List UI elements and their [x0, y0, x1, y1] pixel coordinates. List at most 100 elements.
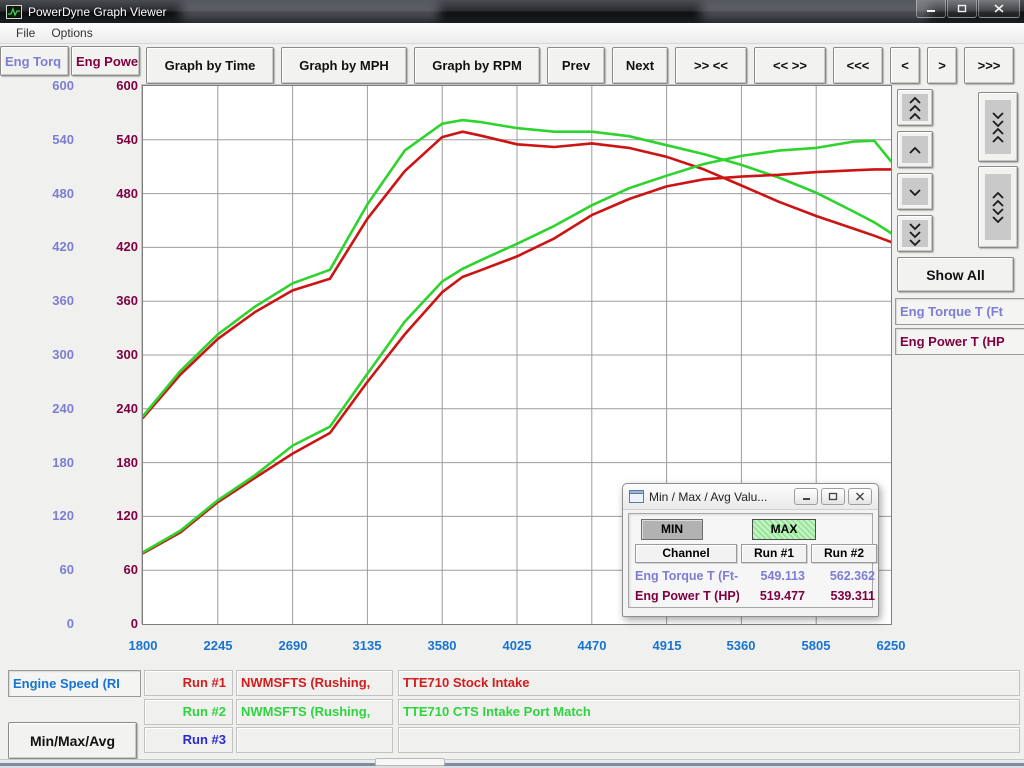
chevron-up-up-down-down-icon	[985, 174, 1011, 240]
taskbar-edge	[0, 763, 1024, 766]
power-tick-420: 420	[68, 238, 138, 256]
rpm-tick-4025: 4025	[485, 638, 549, 654]
panel-channel-label-power[interactable]: Eng Power T (HP	[895, 328, 1024, 355]
minmax-channel-name: Eng Power T (HP)	[635, 589, 739, 603]
chevron-glyphs	[906, 187, 924, 197]
rpm-tick-5805: 5805	[784, 638, 848, 654]
minmax-window-title: Min / Max / Avg Valu...	[649, 490, 791, 504]
nav-button-[interactable]: >> <<	[675, 47, 747, 84]
chevron-glyphs	[906, 95, 924, 121]
title-bar[interactable]: PowerDyne Graph Viewer	[0, 0, 1024, 23]
chevron-up-icon	[902, 136, 928, 163]
torque-tick-300: 300	[4, 346, 74, 364]
run-name-2[interactable]: NWMSFTS (Rushing,	[236, 699, 393, 725]
channel-button-group: Eng TorqEng Powe	[0, 46, 140, 76]
power-tick-360: 360	[68, 292, 138, 310]
chevron-triple-up-icon	[902, 94, 928, 121]
torque-tick-120: 120	[4, 507, 74, 525]
nav-button-[interactable]: <<<	[833, 47, 883, 84]
power-tick-540: 540	[68, 131, 138, 149]
chevron-triple-down-icon	[902, 220, 928, 247]
minmax-avg-window[interactable]: Min / Max / Avg Valu... MIN MAX ChannelR…	[622, 483, 879, 617]
window-title: PowerDyne Graph Viewer	[28, 5, 167, 19]
nav-button-[interactable]: >>>	[964, 47, 1014, 84]
run-label-3[interactable]: Run #3	[144, 727, 233, 753]
torque-tick-60: 60	[4, 561, 74, 579]
rpm-tick-4470: 4470	[560, 638, 624, 654]
minmax-table-header: ChannelRun #1Run #2	[635, 544, 866, 563]
close-icon[interactable]	[848, 488, 872, 505]
rpm-tick-6250: 6250	[859, 638, 923, 654]
minimize-icon[interactable]	[794, 488, 818, 505]
chevron-glyphs	[906, 221, 924, 247]
torque-tick-420: 420	[4, 238, 74, 256]
toolbar-button-group: Graph by TimeGraph by MPHGraph by RPMPre…	[146, 47, 1014, 84]
chevron-glyphs	[906, 145, 924, 155]
minmax-col-channel[interactable]: Channel	[635, 544, 737, 563]
taskbar-fragment	[375, 758, 445, 766]
menu-file[interactable]: File	[8, 24, 43, 42]
power-tick-180: 180	[68, 454, 138, 472]
minmax-col-run-1[interactable]: Run #1	[741, 544, 807, 563]
minmax-run2-value: 562.362	[813, 569, 879, 583]
show-all-button[interactable]: Show All	[897, 257, 1014, 292]
panel-channel-label-torque[interactable]: Eng Torque T (Ft	[895, 298, 1024, 325]
min-button[interactable]: MIN	[641, 519, 703, 540]
rpm-tick-2690: 2690	[261, 638, 325, 654]
run-desc-2[interactable]: TTE710 CTS Intake Port Match	[398, 699, 1020, 725]
x-channel-box[interactable]: Engine Speed (RI	[8, 670, 141, 697]
chevron-up-button[interactable]	[897, 131, 933, 168]
close-icon[interactable]	[978, 0, 1020, 18]
channel-button-torque[interactable]: Eng Torq	[0, 46, 69, 76]
chevron-up-up-down-down-button[interactable]	[978, 166, 1018, 248]
app-icon	[6, 5, 22, 19]
minimize-icon[interactable]	[916, 0, 946, 18]
chevron-down-icon	[902, 178, 928, 205]
rpm-tick-3135: 3135	[335, 638, 399, 654]
minmax-window-titlebar[interactable]: Min / Max / Avg Valu...	[623, 484, 878, 510]
chevron-glyphs	[989, 190, 1007, 224]
chevron-down-down-up-up-icon	[985, 100, 1011, 154]
menu-options[interactable]: Options	[43, 24, 100, 42]
power-tick-60: 60	[68, 561, 138, 579]
blurred-region	[700, 2, 930, 20]
run-name-1[interactable]: NWMSFTS (Rushing,	[236, 670, 393, 696]
run-desc-1[interactable]: TTE710 Stock Intake	[398, 670, 1020, 696]
app-window: PowerDyne Graph Viewer FileOptions Eng T…	[0, 0, 1024, 768]
nav-button-graph-by-mph[interactable]: Graph by MPH	[281, 47, 407, 84]
power-tick-600: 600	[68, 77, 138, 95]
run-desc-3[interactable]	[398, 727, 1020, 753]
rpm-tick-5360: 5360	[709, 638, 773, 654]
minmax-run1-value: 519.477	[743, 589, 809, 603]
nav-button-[interactable]: <	[890, 47, 920, 84]
run-label-2[interactable]: Run #2	[144, 699, 233, 725]
restore-icon[interactable]	[821, 488, 845, 505]
nav-button-graph-by-rpm[interactable]: Graph by RPM	[414, 47, 540, 84]
chevron-triple-down-button[interactable]	[897, 215, 933, 252]
nav-button-[interactable]: << >>	[754, 47, 826, 84]
minmax-col-run-2[interactable]: Run #2	[811, 544, 877, 563]
chevron-down-button[interactable]	[897, 173, 933, 210]
nav-button-next[interactable]: Next	[612, 47, 668, 84]
max-button[interactable]: MAX	[752, 519, 816, 540]
run-label-1[interactable]: Run #1	[144, 670, 233, 696]
form-window-icon	[629, 490, 644, 503]
nav-button-prev[interactable]: Prev	[547, 47, 605, 84]
chevron-triple-up-button[interactable]	[897, 89, 933, 126]
channel-button-power[interactable]: Eng Powe	[71, 46, 140, 76]
minmaxavg-button[interactable]: Min/Max/Avg	[8, 722, 137, 759]
chevron-down-down-up-up-button[interactable]	[978, 92, 1018, 162]
torque-tick-360: 360	[4, 292, 74, 310]
minmax-run2-value: 539.311	[813, 589, 879, 603]
maximize-icon[interactable]	[947, 0, 977, 18]
torque-tick-0: 0	[4, 615, 74, 633]
torque-tick-480: 480	[4, 185, 74, 203]
nav-button-[interactable]: >	[927, 47, 957, 84]
minmax-table-rows: Eng Torque T (Ft-549.113562.362Eng Power…	[635, 569, 866, 603]
nav-button-graph-by-time[interactable]: Graph by Time	[146, 47, 274, 84]
run-name-3[interactable]	[236, 727, 393, 753]
minmax-channel-name: Eng Torque T (Ft-	[635, 569, 739, 583]
minmax-window-body: MIN MAX ChannelRun #1Run #2 Eng Torque T…	[628, 513, 873, 608]
torque-tick-600: 600	[4, 77, 74, 95]
minmax-row: Eng Power T (HP)519.477539.311	[635, 589, 866, 603]
